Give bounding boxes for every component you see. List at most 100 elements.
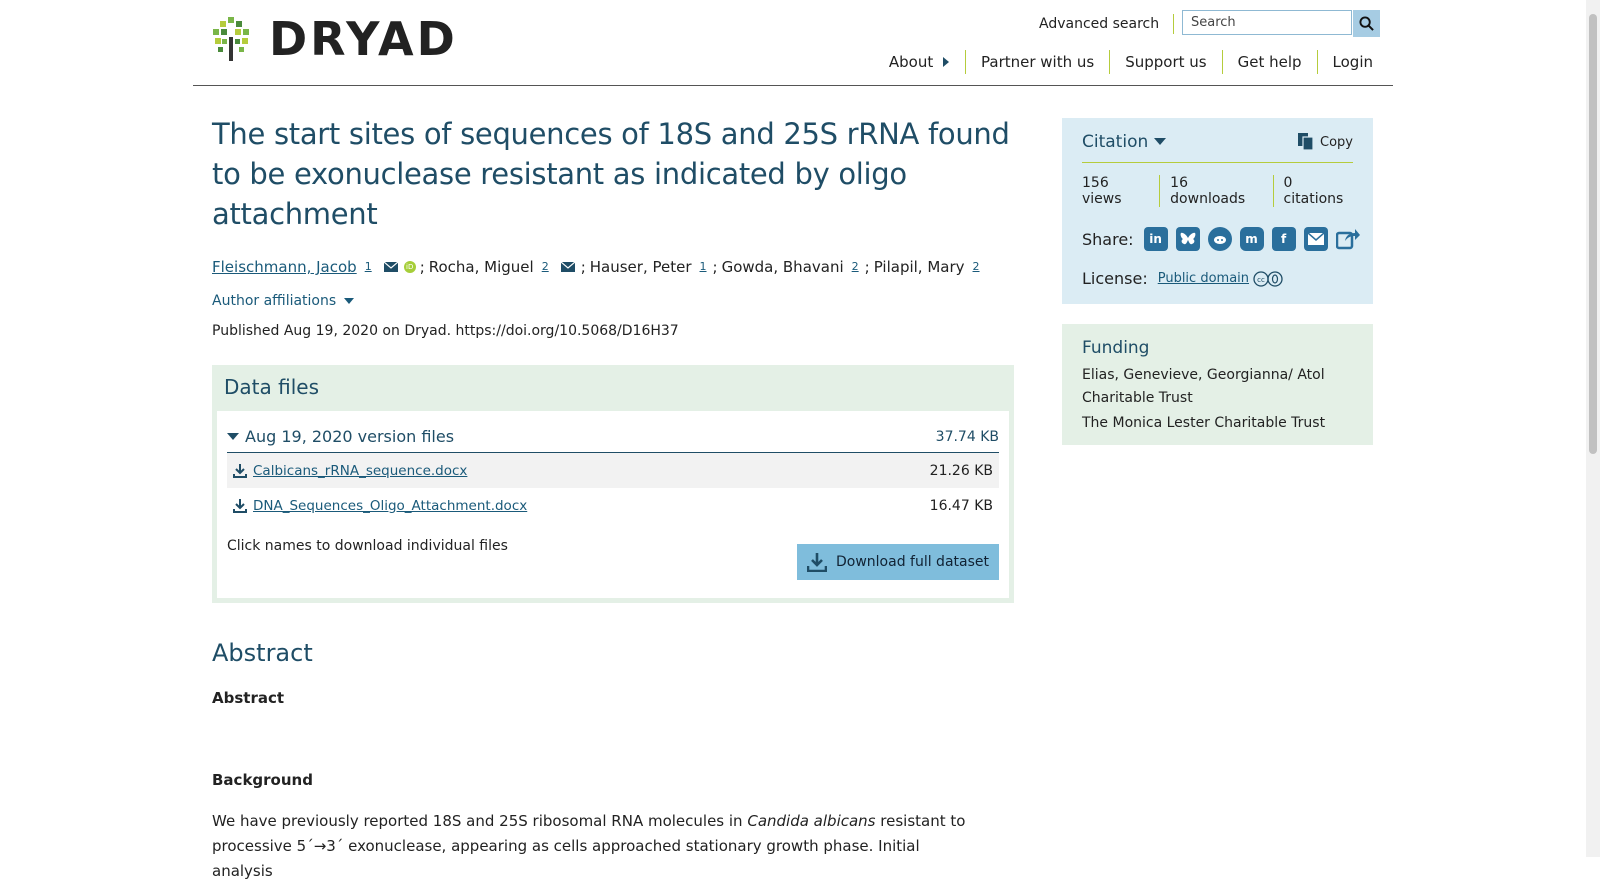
abstract-subheading: Abstract xyxy=(212,689,285,707)
share-label: Share: xyxy=(1082,229,1134,249)
author-affiliations-label: Author affiliations xyxy=(212,293,337,309)
citation-toggle[interactable]: Citation xyxy=(1082,132,1167,152)
email-share-icon[interactable] xyxy=(1303,227,1328,251)
para-text: processive 5´→3´ exonuclease, appearing … xyxy=(212,837,920,880)
nav-partner[interactable]: Partner with us xyxy=(965,50,1109,74)
mastodon-icon[interactable]: m xyxy=(1239,227,1264,251)
search-icon xyxy=(1359,16,1374,31)
license-link[interactable]: Public domain xyxy=(1158,271,1249,286)
reddit-icon[interactable] xyxy=(1207,227,1232,251)
author-name: Pilapil, Mary xyxy=(873,258,965,276)
funding-panel: Funding Elias, Genevieve, Georgianna/ At… xyxy=(1062,324,1373,445)
share-icons: in m f xyxy=(1143,227,1368,251)
citation-header: Citation Copy xyxy=(1082,132,1353,163)
nav-support[interactable]: Support us xyxy=(1109,50,1221,74)
file-name: DNA_Sequences_Oligo_Attachment.docx xyxy=(253,497,528,514)
chevron-down-icon xyxy=(227,432,239,440)
file-size: 16.47 KB xyxy=(929,497,993,514)
version-label-wrap: Aug 19, 2020 version files xyxy=(227,427,454,446)
para-text: resistant to xyxy=(875,812,966,830)
dryad-logo[interactable]: DRYAD xyxy=(213,16,458,62)
caret-right-icon xyxy=(943,57,949,67)
author-separator: ; xyxy=(580,258,586,276)
data-files-footer: Click names to download individual files… xyxy=(227,538,999,580)
author-link[interactable]: Fleischmann, Jacob xyxy=(212,256,357,278)
data-files-title: Data files xyxy=(224,375,319,399)
file-size: 21.26 KB xyxy=(929,462,993,479)
downloads-count: 16 downloads xyxy=(1159,175,1272,207)
author-affiliations-toggle[interactable]: Author affiliations xyxy=(212,293,1012,309)
share-icon[interactable] xyxy=(1335,227,1360,251)
copy-label: Copy xyxy=(1320,134,1353,150)
affiliation-ref[interactable]: 1 xyxy=(365,256,372,278)
views-count: 156 views xyxy=(1082,175,1122,207)
file-download-link[interactable]: DNA_Sequences_Oligo_Attachment.docx xyxy=(233,498,527,514)
download-hint: Click names to download individual files xyxy=(227,538,508,554)
para-text: We have previously reported 18S and 25S … xyxy=(212,812,748,830)
citation-title: Citation xyxy=(1082,132,1149,152)
download-full-dataset-label: Download full dataset xyxy=(835,554,989,570)
nav-about[interactable]: About xyxy=(874,50,965,74)
affiliation-ref[interactable]: 2 xyxy=(973,256,980,278)
advanced-search-link[interactable]: Advanced search xyxy=(1039,14,1175,34)
nav-about-label: About xyxy=(888,53,934,71)
download-icon xyxy=(233,463,247,478)
download-full-dataset-button[interactable]: Download full dataset xyxy=(796,544,999,580)
funding-item: Elias, Genevieve, Georgianna/ Atol Chari… xyxy=(1082,367,1325,406)
author-name: Gowda, Bhavani xyxy=(721,258,844,276)
svg-text:cc: cc xyxy=(1257,276,1265,284)
author-name: Hauser, Peter xyxy=(589,258,692,276)
nav-help[interactable]: Get help xyxy=(1221,50,1317,74)
species-name: Candida albicans xyxy=(747,812,876,830)
facebook-icon[interactable]: f xyxy=(1271,227,1296,251)
affiliation-ref[interactable]: 2 xyxy=(542,256,549,278)
scrollbar-thumb[interactable] xyxy=(1589,14,1597,454)
abstract-heading: Abstract xyxy=(212,639,313,667)
cc-zero-icon: cc xyxy=(1253,270,1283,287)
share-row: Share: in m f xyxy=(1082,227,1360,251)
author-name: Rocha, Miguel xyxy=(428,258,534,276)
dataset-title: The start sites of sequences of 18S and … xyxy=(212,117,1010,231)
search-input[interactable]: Search xyxy=(1182,10,1352,35)
bluesky-icon[interactable] xyxy=(1175,227,1200,251)
download-icon xyxy=(806,553,827,572)
copy-citation-button[interactable]: Copy xyxy=(1298,133,1353,151)
version-size: 37.74 KB xyxy=(935,428,999,445)
chevron-down-icon xyxy=(343,298,354,304)
version-toggle[interactable]: Aug 19, 2020 version files 37.74 KB xyxy=(227,421,999,453)
affiliation-ref[interactable]: 1 xyxy=(700,256,707,278)
scrollbar[interactable] xyxy=(1586,0,1600,857)
metrics: 156 views 16 downloads 0 citations xyxy=(1082,175,1353,207)
nav-login[interactable]: Login xyxy=(1316,50,1373,74)
license-row: License: Public domain cc xyxy=(1082,269,1353,288)
version-label: Aug 19, 2020 version files xyxy=(245,427,455,446)
copy-icon xyxy=(1298,133,1314,151)
file-row: Calbicans_rRNA_sequence.docx 21.26 KB xyxy=(227,453,999,488)
background-paragraph: We have previously reported 18S and 25S … xyxy=(212,809,972,884)
main-nav: About Partner with us Support us Get hel… xyxy=(874,50,1373,74)
tree-logo-icon xyxy=(213,17,249,61)
orcid-icon[interactable]: iD xyxy=(403,261,416,273)
author-separator: ; xyxy=(419,258,425,276)
file-download-link[interactable]: Calbicans_rRNA_sequence.docx xyxy=(233,463,467,479)
site-header: DRYAD Advanced search Search About Partn… xyxy=(193,0,1393,86)
data-files-inner: Aug 19, 2020 version files 37.74 KB Calb… xyxy=(217,411,1009,598)
published-line: Published Aug 19, 2020 on Dryad. https:/… xyxy=(212,323,679,339)
file-row: DNA_Sequences_Oligo_Attachment.docx 16.4… xyxy=(227,488,999,523)
email-icon[interactable] xyxy=(383,262,398,272)
background-heading: Background xyxy=(212,771,313,789)
linkedin-icon[interactable]: in xyxy=(1143,227,1168,251)
author-separator: ; xyxy=(864,258,870,276)
affiliation-ref[interactable]: 2 xyxy=(852,256,859,278)
search-button[interactable] xyxy=(1353,10,1380,37)
license-label: License: xyxy=(1082,269,1148,288)
email-icon[interactable] xyxy=(560,262,575,272)
citations-count: 0 citations xyxy=(1272,175,1353,207)
data-files-panel: Data files Aug 19, 2020 version files 37… xyxy=(212,365,1014,603)
citation-panel: Citation Copy 156 views 16 downloads 0 c… xyxy=(1062,118,1373,304)
chevron-down-icon xyxy=(1154,138,1167,145)
author-separator: ; xyxy=(712,258,718,276)
download-icon xyxy=(233,498,247,513)
funding-item: The Monica Lester Charitable Trust xyxy=(1082,415,1326,431)
logo-text: DRYAD xyxy=(269,12,458,66)
